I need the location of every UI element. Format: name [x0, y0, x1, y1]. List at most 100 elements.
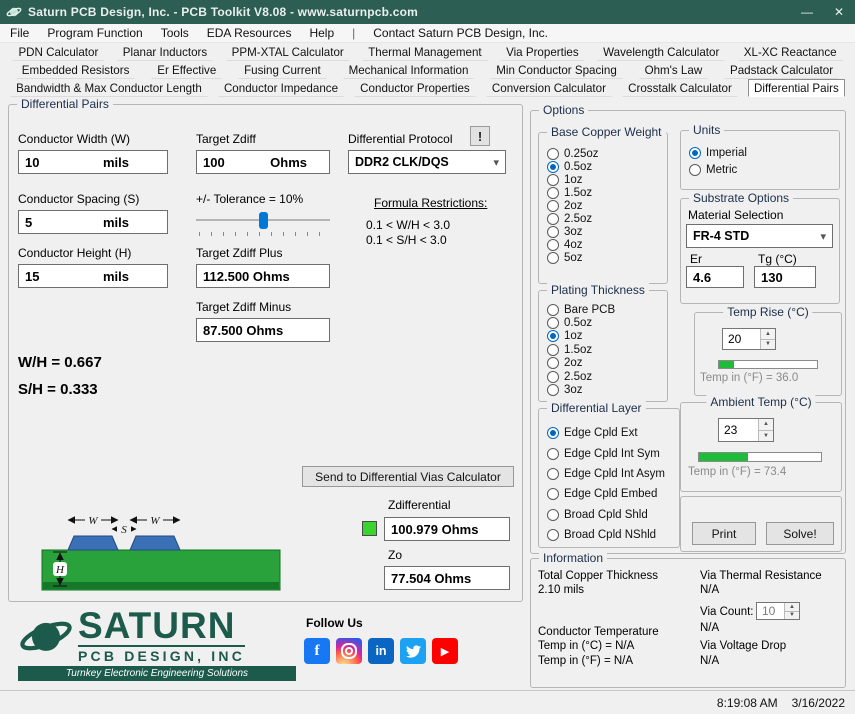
tab-embedded-resistors[interactable]: Embedded Resistors [16, 61, 136, 79]
tab-planar-inductors[interactable]: Planar Inductors [117, 43, 213, 61]
minimize-button[interactable]: — [791, 0, 823, 24]
units-group-title: Units [689, 123, 724, 137]
stepper-up-icon[interactable]: ▲ [761, 329, 775, 339]
conductor-height-field[interactable]: 15 mils [18, 264, 168, 288]
facebook-icon[interactable]: f [304, 638, 330, 664]
radio-bare-pcb[interactable]: Bare PCB [547, 303, 665, 316]
menu-file[interactable]: File [10, 26, 29, 40]
radio-icon [547, 174, 559, 186]
conductor-spacing-field[interactable]: 5 mils [18, 210, 168, 234]
radio-edge-cpld-ext[interactable]: Edge Cpld Ext [547, 423, 677, 443]
tab-via-properties[interactable]: Via Properties [500, 43, 585, 61]
differential-protocol-dropdown[interactable]: DDR2 CLK/DQS ▾ [348, 150, 506, 174]
material-selection-dropdown[interactable]: FR-4 STD ▾ [686, 224, 833, 248]
instagram-icon[interactable] [336, 638, 362, 664]
tg-field[interactable]: 130 [754, 266, 816, 288]
menu-eda-resources[interactable]: EDA Resources [207, 26, 292, 40]
tab-differential-pairs[interactable]: Differential Pairs [748, 79, 845, 97]
radio-1-5oz[interactable]: 1.5oz [547, 343, 665, 356]
twitter-icon[interactable] [400, 638, 426, 664]
target-zdiff-field[interactable]: 100 Ohms [196, 150, 330, 174]
print-button[interactable]: Print [692, 522, 756, 545]
slider-thumb[interactable] [259, 212, 268, 229]
radio-1oz[interactable]: 1oz [547, 173, 665, 186]
radio-icon [547, 448, 559, 460]
radio-icon [547, 226, 559, 238]
radio-edge-cpld-embed[interactable]: Edge Cpld Embed [547, 484, 677, 504]
tab-min-conductor-spacing[interactable]: Min Conductor Spacing [490, 61, 623, 79]
conductor-width-field[interactable]: 10 mils [18, 150, 168, 174]
menu-contact-link[interactable]: Contact Saturn PCB Design, Inc. [373, 26, 548, 40]
radio-3oz[interactable]: 3oz [547, 383, 665, 396]
plating-thickness-title: Plating Thickness [547, 283, 649, 297]
radio-5oz[interactable]: 5oz [547, 251, 665, 264]
tab-pdn-calculator[interactable]: PDN Calculator [12, 43, 104, 61]
tab-bandwidth-max-conductor-length[interactable]: Bandwidth & Max Conductor Length [10, 79, 208, 97]
ambient-fahrenheit-text: Temp in (°F) = 73.4 [688, 466, 786, 478]
radio-0-5oz[interactable]: 0.5oz [547, 160, 665, 173]
tab-thermal-management[interactable]: Thermal Management [362, 43, 487, 61]
social-icons: f in ▶ [304, 638, 458, 664]
radio-broad-cpld-shld[interactable]: Broad Cpld Shld [547, 505, 677, 525]
stepper-up-icon[interactable]: ▲ [759, 419, 773, 430]
radio-3oz[interactable]: 3oz [547, 225, 665, 238]
tab-conductor-impedance[interactable]: Conductor Impedance [218, 79, 344, 97]
target-zdiff-plus-label: Target Zdiff Plus [196, 246, 282, 260]
radio-icon [547, 187, 559, 199]
radio-2oz[interactable]: 2oz [547, 199, 665, 212]
radio-label: 1.5oz [564, 344, 592, 356]
tab-conversion-calculator[interactable]: Conversion Calculator [486, 79, 612, 97]
radio-broad-cpld-nshld[interactable]: Broad Cpld NShld [547, 525, 677, 545]
youtube-icon[interactable]: ▶ [432, 638, 458, 664]
tab-conductor-properties[interactable]: Conductor Properties [354, 79, 476, 97]
tab-padstack-calculator[interactable]: Padstack Calculator [724, 61, 839, 79]
menu-help[interactable]: Help [309, 26, 334, 40]
conductor-temp-celsius: Temp in (°C) = N/A [538, 640, 634, 652]
linkedin-icon[interactable]: in [368, 638, 394, 664]
radio-edge-cpld-int-asym[interactable]: Edge Cpld Int Asym [547, 464, 677, 484]
tab-crosstalk-calculator[interactable]: Crosstalk Calculator [622, 79, 738, 97]
er-field[interactable]: 4.6 [686, 266, 744, 288]
radio-imperial[interactable]: Imperial [689, 144, 837, 161]
tab-fusing-current[interactable]: Fusing Current [238, 61, 327, 79]
tolerance-slider[interactable] [196, 210, 330, 236]
radio-metric[interactable]: Metric [689, 161, 837, 178]
temp-rise-stepper[interactable]: 20 ▲▼ [722, 328, 776, 350]
slider-ticks [199, 232, 330, 236]
tab-wavelength-calculator[interactable]: Wavelength Calculator [597, 43, 725, 61]
tab-ohm-s-law[interactable]: Ohm's Law [639, 61, 709, 79]
target-zdiff-minus-field: 87.500 Ohms [196, 318, 330, 342]
radio-2-5oz[interactable]: 2.5oz [547, 370, 665, 383]
stepper-up-icon[interactable]: ▲ [785, 603, 799, 611]
menu-tools[interactable]: Tools [161, 26, 189, 40]
menu-program-function[interactable]: Program Function [47, 26, 142, 40]
radio-2-5oz[interactable]: 2.5oz [547, 212, 665, 225]
radio-0-25oz[interactable]: 0.25oz [547, 147, 665, 160]
via-count-stepper[interactable]: 10 ▲▼ [756, 602, 800, 620]
solve-button[interactable]: Solve! [766, 522, 834, 545]
stepper-down-icon[interactable]: ▼ [761, 339, 775, 350]
tab-ppm-xtal-calculator[interactable]: PPM-XTAL Calculator [226, 43, 350, 61]
tab-xl-xc-reactance[interactable]: XL-XC Reactance [738, 43, 843, 61]
options-group-title: Options [539, 103, 588, 117]
close-button[interactable]: ✕ [823, 0, 855, 24]
radio-2oz[interactable]: 2oz [547, 357, 665, 370]
differential-layer-radio-list: Edge Cpld ExtEdge Cpld Int SymEdge Cpld … [547, 423, 677, 545]
protocol-warning-button[interactable]: ! [470, 126, 490, 146]
radio-edge-cpld-int-sym[interactable]: Edge Cpld Int Sym [547, 443, 677, 463]
tab-er-effective[interactable]: Er Effective [151, 61, 222, 79]
radio-1oz[interactable]: 1oz [547, 330, 665, 343]
radio-icon [547, 317, 559, 329]
radio-0-5oz[interactable]: 0.5oz [547, 316, 665, 329]
radio-1-5oz[interactable]: 1.5oz [547, 186, 665, 199]
ambient-temp-stepper[interactable]: 23 ▲▼ [718, 418, 774, 442]
stepper-buttons: ▲▼ [758, 419, 773, 441]
stepper-down-icon[interactable]: ▼ [785, 611, 799, 620]
tab-mechanical-information[interactable]: Mechanical Information [343, 61, 475, 79]
plating-radio-list: Bare PCB0.5oz1oz1.5oz2oz2.5oz3oz [547, 303, 665, 397]
send-to-differential-vias-button[interactable]: Send to Differential Vias Calculator [302, 466, 514, 487]
stepper-down-icon[interactable]: ▼ [759, 430, 773, 442]
via-voltage-drop-value: N/A [700, 655, 719, 667]
menu-items: File Program Function Tools EDA Resources He… [10, 26, 334, 40]
radio-4oz[interactable]: 4oz [547, 238, 665, 251]
